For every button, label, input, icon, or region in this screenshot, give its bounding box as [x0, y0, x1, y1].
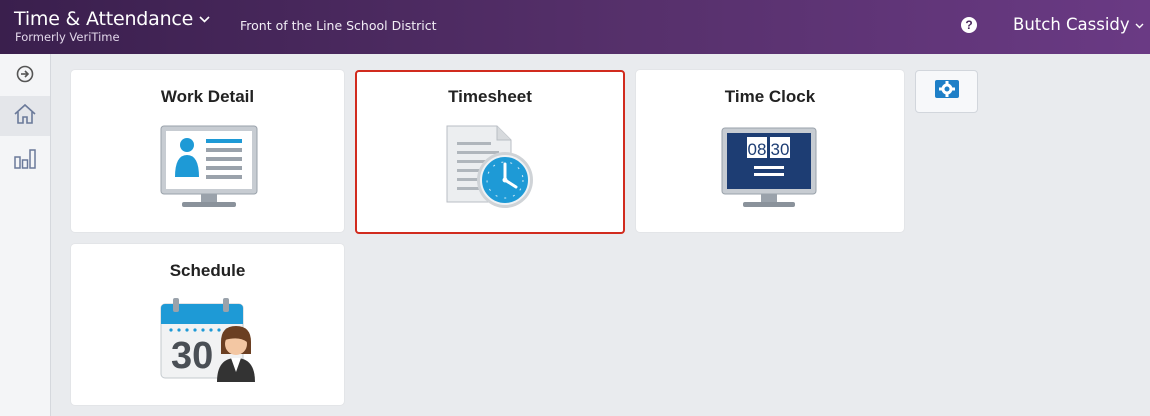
- app-title: Time & Attendance: [14, 8, 194, 30]
- clock-minute: 30: [771, 140, 790, 159]
- user-name: Butch Cassidy: [1013, 15, 1130, 34]
- timesheet-clock-icon: [445, 124, 537, 213]
- help-icon[interactable]: ?: [961, 17, 977, 33]
- sidebar-item-reports[interactable]: [0, 140, 50, 180]
- id-card-monitor-icon: [160, 125, 258, 215]
- app-header: Time & Attendance Formerly VeriTime Fron…: [0, 0, 1150, 54]
- app-subtitle: Formerly VeriTime: [15, 30, 120, 44]
- district-name: Front of the Line School District: [240, 18, 437, 33]
- chevron-down-icon: [1135, 19, 1144, 32]
- tile-title: Time Clock: [724, 87, 816, 106]
- tile-work-detail[interactable]: Work Detail: [71, 70, 344, 232]
- calendar-day: 30: [171, 335, 213, 377]
- tile-title: Timesheet: [448, 87, 532, 106]
- arrow-right-circle-icon: [16, 65, 34, 88]
- flip-clock-monitor-icon: 08 30: [721, 127, 819, 214]
- chevron-down-icon: [199, 11, 210, 26]
- sidebar-expand-button[interactable]: [0, 56, 50, 96]
- tile-schedule[interactable]: Schedule 30: [71, 244, 344, 405]
- user-menu[interactable]: Butch Cassidy: [1013, 15, 1144, 34]
- clock-hour: 08: [748, 140, 767, 159]
- gear-icon: [934, 79, 960, 104]
- tile-title: Work Detail: [160, 87, 255, 106]
- bar-chart-icon: [13, 147, 37, 174]
- settings-button[interactable]: [915, 70, 978, 113]
- tile-title: Schedule: [169, 261, 246, 280]
- tile-timesheet[interactable]: Timesheet: [355, 70, 625, 234]
- sidebar-item-home[interactable]: [0, 96, 50, 136]
- tile-time-clock[interactable]: Time Clock 08 30: [636, 70, 904, 232]
- home-icon: [13, 103, 37, 130]
- calendar-person-icon: 30: [159, 296, 259, 389]
- app-switcher[interactable]: Time & Attendance: [14, 8, 210, 30]
- sidebar: [0, 54, 51, 416]
